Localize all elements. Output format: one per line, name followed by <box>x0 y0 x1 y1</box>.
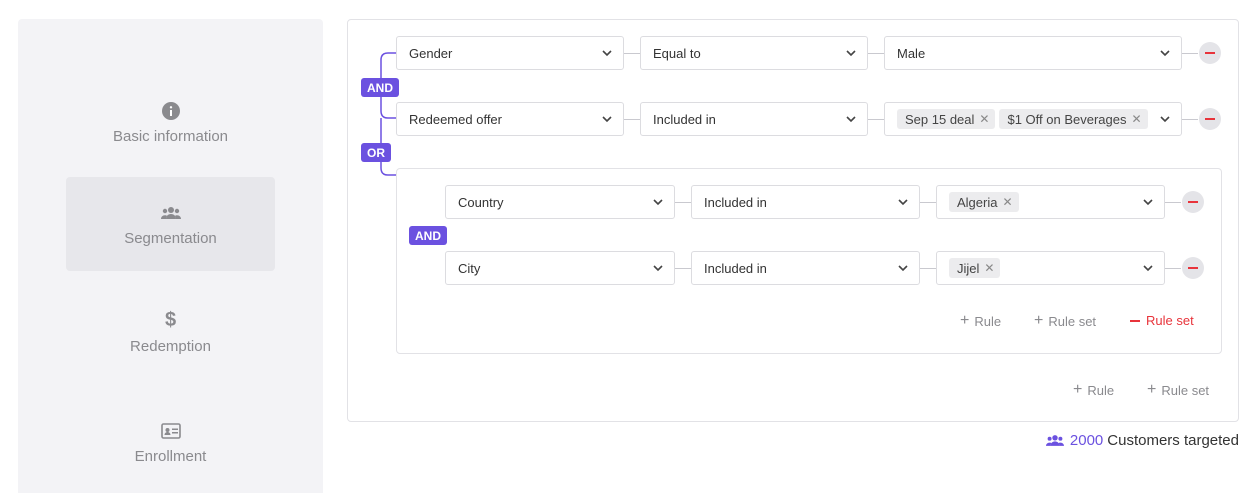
minus-icon <box>1130 319 1140 322</box>
chevron-down-icon <box>898 265 908 272</box>
remove-rule-button[interactable] <box>1182 257 1204 279</box>
value-chip: Sep 15 deal ✕ <box>897 109 996 129</box>
chevron-down-icon <box>653 265 663 272</box>
chevron-down-icon <box>1160 50 1170 57</box>
plus-icon: + <box>960 312 970 329</box>
connector <box>868 53 884 54</box>
chevron-down-icon <box>1160 116 1170 123</box>
remove-rule-button[interactable] <box>1199 108 1221 130</box>
connector <box>1182 119 1198 120</box>
rule-field-select[interactable]: City <box>445 251 675 285</box>
connector <box>920 202 936 203</box>
plus-icon: + <box>1147 381 1157 398</box>
rule-value-multiselect[interactable]: Algeria ✕ <box>936 185 1165 219</box>
customers-targeted-summary: 2000 Customers targeted <box>1045 432 1239 449</box>
rule-value-select[interactable]: Male <box>884 36 1182 70</box>
remove-rule-button[interactable] <box>1199 42 1221 64</box>
rule-value-multiselect[interactable]: Sep 15 deal ✕ $1 Off on Beverages ✕ <box>884 102 1182 136</box>
customer-count: 2000 <box>1069 432 1104 449</box>
connector <box>1165 268 1181 269</box>
plus-icon: + <box>1073 381 1083 398</box>
users-icon <box>1045 434 1064 447</box>
rule-operator-select[interactable]: Included in <box>640 102 868 136</box>
rule-value-multiselect[interactable]: Jijel ✕ <box>936 251 1165 285</box>
chevron-down-icon <box>602 116 612 123</box>
remove-chip-icon[interactable]: ✕ <box>979 112 989 126</box>
add-rule-set-button[interactable]: + Rule set <box>1147 382 1209 398</box>
connector <box>624 53 640 54</box>
chevron-down-icon <box>898 199 908 206</box>
connector <box>920 268 936 269</box>
customers-label: Customers targeted <box>1107 432 1239 449</box>
add-rule-button[interactable]: + Rule <box>1073 382 1114 398</box>
value-chip: Jijel ✕ <box>949 258 1001 278</box>
rule-operator-select[interactable]: Included in <box>691 185 920 219</box>
connector <box>624 119 640 120</box>
chevron-down-icon <box>846 116 856 123</box>
remove-chip-icon[interactable]: ✕ <box>1002 195 1012 209</box>
connector <box>1182 53 1198 54</box>
remove-rule-button[interactable] <box>1182 191 1204 213</box>
remove-rule-set-button[interactable]: Rule set <box>1130 313 1194 328</box>
rule-operator-select[interactable]: Equal to <box>640 36 868 70</box>
chevron-down-icon <box>1143 265 1153 272</box>
chevron-down-icon <box>653 199 663 206</box>
nested-add-rule-set-button[interactable]: + Rule set <box>1034 313 1096 329</box>
rule-field-select[interactable]: Country <box>445 185 675 219</box>
connector <box>868 119 884 120</box>
connector <box>675 268 691 269</box>
nested-add-rule-button[interactable]: + Rule <box>960 313 1001 329</box>
remove-chip-icon[interactable]: ✕ <box>1131 112 1141 126</box>
operator-and-badge[interactable]: AND <box>409 226 447 245</box>
connector <box>1165 202 1181 203</box>
chevron-down-icon <box>602 50 612 57</box>
value-chip: $1 Off on Beverages ✕ <box>999 109 1148 129</box>
rule-field-select[interactable]: Gender <box>396 36 624 70</box>
value-chip: Algeria ✕ <box>949 192 1019 212</box>
connector <box>675 202 691 203</box>
remove-chip-icon[interactable]: ✕ <box>984 261 994 275</box>
rule-operator-select[interactable]: Included in <box>691 251 920 285</box>
operator-and-badge[interactable]: AND <box>361 78 399 97</box>
operator-or-badge[interactable]: OR <box>361 143 391 162</box>
rule-field-select[interactable]: Redeemed offer <box>396 102 624 136</box>
chevron-down-icon <box>846 50 856 57</box>
chevron-down-icon <box>1143 199 1153 206</box>
plus-icon: + <box>1034 312 1044 329</box>
